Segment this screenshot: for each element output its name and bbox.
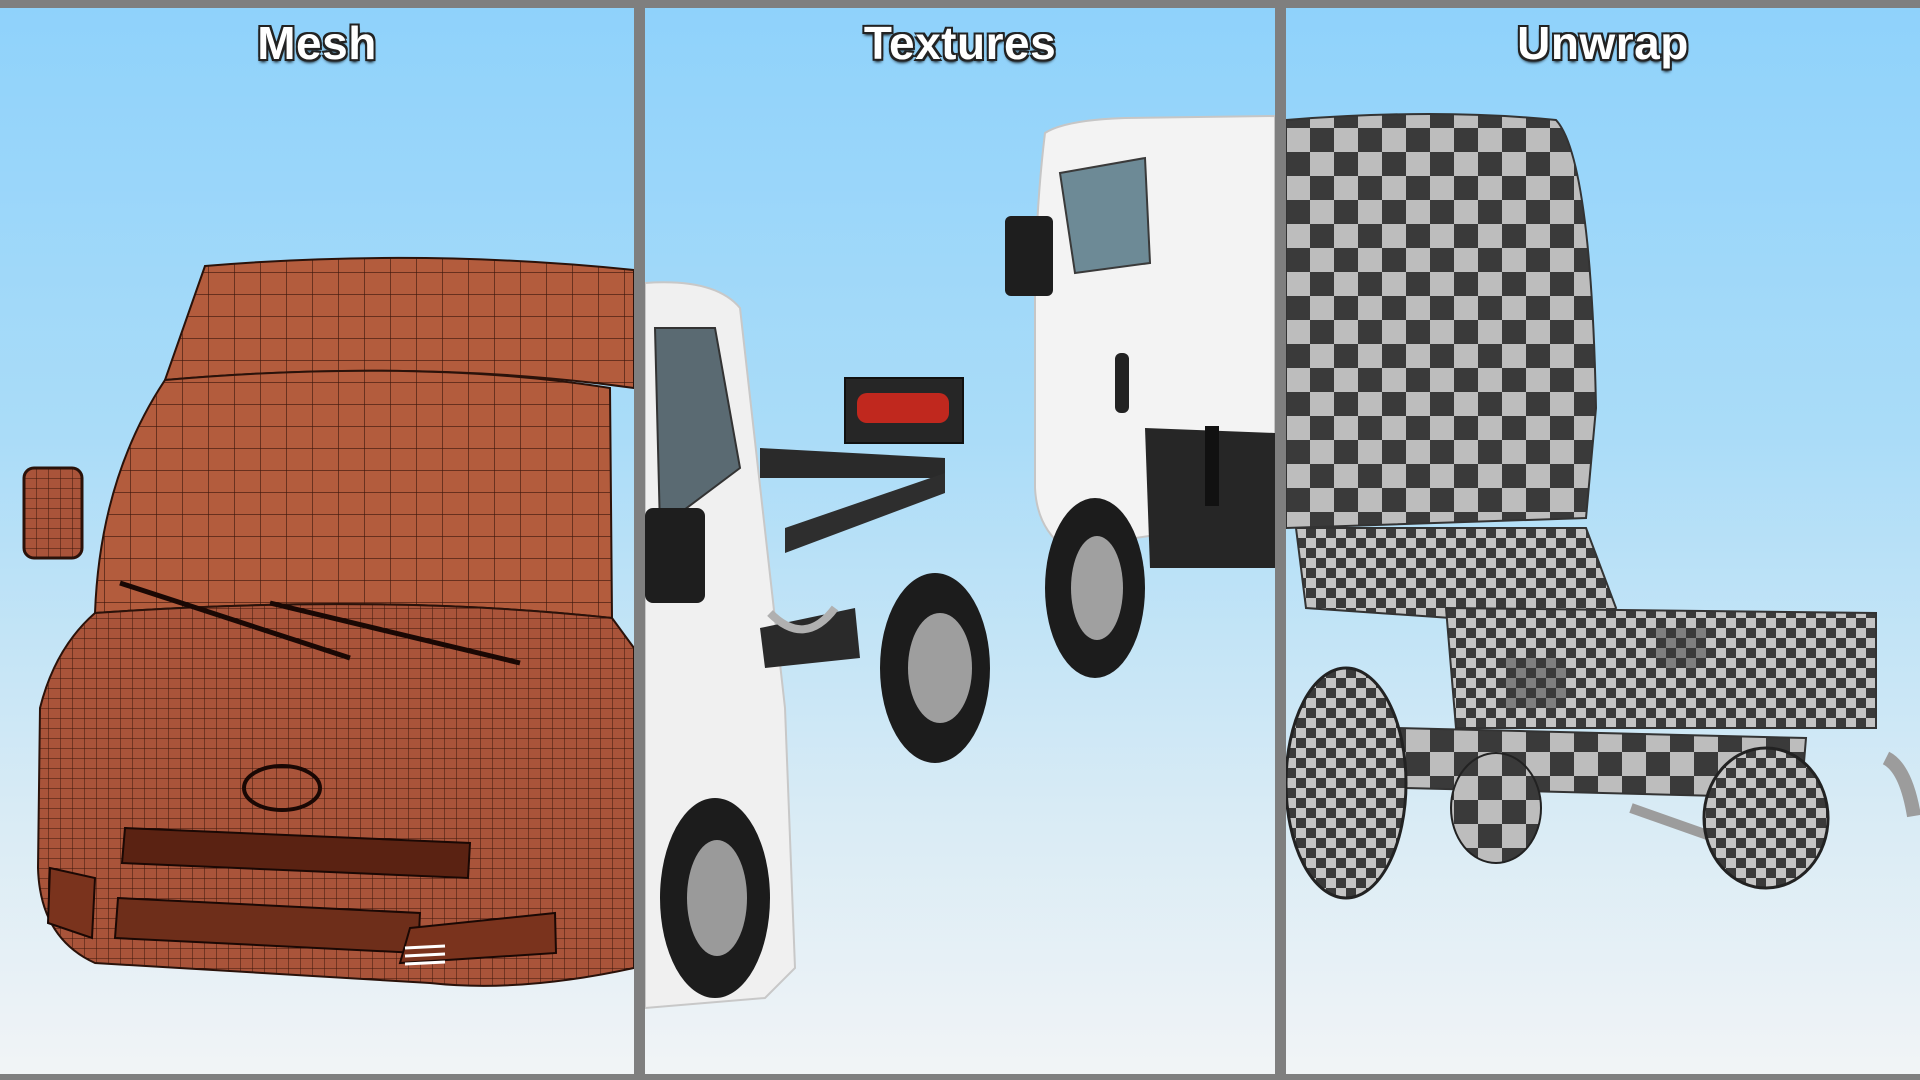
unwrap-truck-render bbox=[1286, 113, 1920, 900]
mesh-panel: Mesh bbox=[0, 8, 634, 1074]
mesh-title: Mesh bbox=[257, 17, 377, 69]
unwrap-title: Unwrap bbox=[1517, 17, 1689, 69]
textures-panel: Textures bbox=[645, 8, 1275, 1074]
unwrap-panel: Unwrap bbox=[1286, 8, 1920, 1074]
mesh-truck-render bbox=[22, 256, 634, 987]
textured-truck-render bbox=[645, 114, 1275, 1010]
viewport-frame: Mesh Textures Unwrap bbox=[0, 0, 1920, 1080]
textures-title: Textures bbox=[863, 17, 1057, 69]
